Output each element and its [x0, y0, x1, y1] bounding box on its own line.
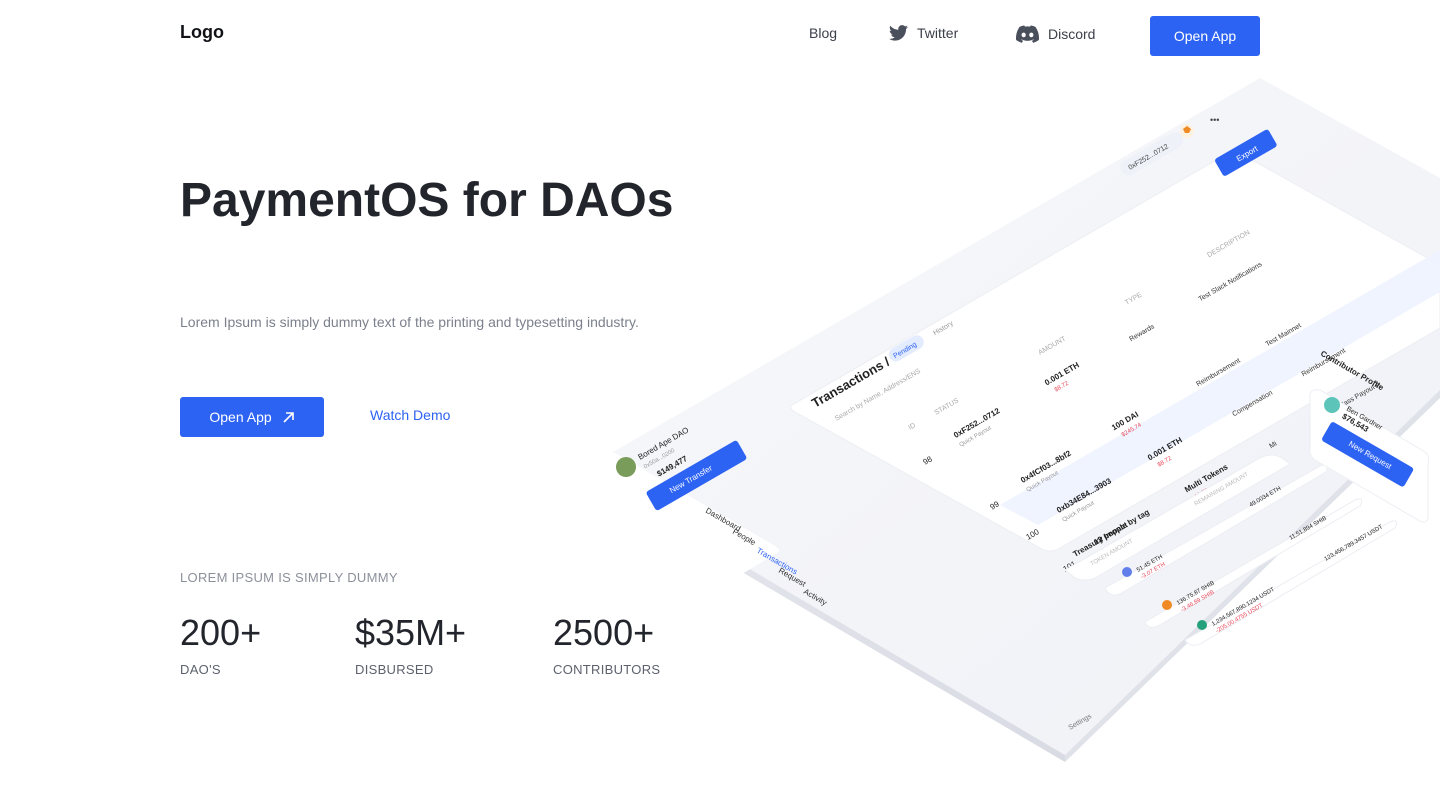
stats-caption: LOREM IPSUM IS SIMPLY DUMMY: [180, 570, 398, 585]
stat-daos: 200+ DAO'S: [180, 612, 261, 677]
dashboard-illustration: Bored Ape DAO 0x50a...0200 $149,477 New …: [560, 60, 1440, 780]
stat-value: 200+: [180, 612, 262, 653]
dashboard-svg: Bored Ape DAO 0x50a...0200 $149,477 New …: [560, 78, 1440, 762]
nav-blog-link[interactable]: Blog: [809, 25, 837, 41]
nav-twitter-link[interactable]: Twitter: [889, 25, 958, 41]
discord-icon: [1016, 25, 1039, 43]
hero-open-app-label: Open App: [209, 409, 272, 425]
contributor-avatar: [1324, 397, 1340, 413]
twitter-icon: [889, 25, 908, 41]
logo[interactable]: Logo: [180, 22, 224, 43]
dao-avatar: [616, 457, 636, 477]
nav-twitter-label: Twitter: [917, 25, 959, 41]
header-open-app-button[interactable]: Open App: [1150, 16, 1260, 56]
stat-label: DISBURSED: [355, 662, 434, 677]
hero-open-app-button[interactable]: Open App: [180, 397, 324, 437]
stat-value: $35M+: [355, 612, 467, 653]
stat-disbursed: $35M+ DISBURSED: [355, 612, 466, 677]
stat-label: DAO'S: [180, 662, 221, 677]
nav-discord-label: Discord: [1048, 26, 1096, 42]
arrow-up-right-icon: [283, 411, 294, 423]
watch-demo-link[interactable]: Watch Demo: [370, 407, 450, 423]
nav-discord-link[interactable]: Discord: [1016, 25, 1095, 43]
more-icon[interactable]: •••: [1210, 115, 1219, 125]
svg-text:123,456,789.3457 USDT: 123,456,789.3457 USDT: [1324, 524, 1385, 563]
nav-blog-label: Blog: [809, 25, 838, 41]
